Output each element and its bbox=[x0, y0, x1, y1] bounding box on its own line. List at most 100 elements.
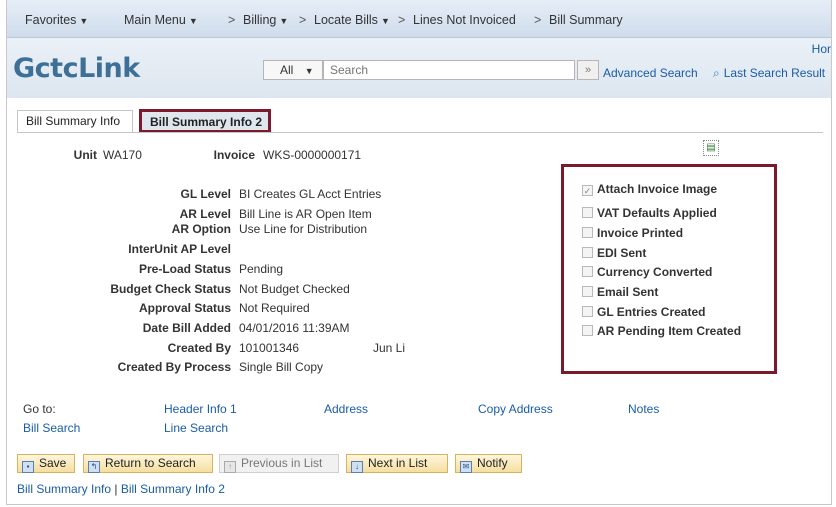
search-go-button[interactable]: » bbox=[577, 60, 599, 80]
breadcrumb-separator: > bbox=[299, 13, 307, 27]
branding-bar: GctcLink Hor All ▼ » Advanced Search ⌕La… bbox=[7, 38, 831, 98]
save-icon: ▪ bbox=[22, 461, 34, 473]
ar-option-value: Use Line for Distribution bbox=[239, 222, 368, 236]
checkbox-icon bbox=[582, 227, 593, 238]
checkbox-label: AR Pending Item Created bbox=[597, 324, 742, 338]
unit-label: Unit bbox=[73, 148, 97, 162]
tab-bill-summary-info-2-label: Bill Summary Info 2 bbox=[150, 115, 263, 129]
tab-bill-summary-info-2[interactable]: Bill Summary Info 2 bbox=[139, 109, 271, 133]
next-in-list-button[interactable]: ↓ Next in List bbox=[346, 454, 448, 473]
checkbox-invoice-printed: Invoice Printed bbox=[582, 226, 683, 240]
logo-glyph: G bbox=[13, 53, 35, 84]
nav-locate-bills-label: Locate Bills bbox=[314, 13, 378, 27]
search-scope-select[interactable]: All ▼ bbox=[263, 60, 323, 80]
copy-address-link[interactable]: Copy Address bbox=[478, 402, 553, 416]
breadcrumb-separator: > bbox=[228, 13, 236, 27]
top-nav-bar: Favorites ▼ Main Menu ▼ > Billing ▼ > Locat… bbox=[7, 0, 831, 38]
checkbox-icon bbox=[582, 325, 593, 336]
ar-option-label: AR Option bbox=[171, 222, 231, 236]
breadcrumb-separator: > bbox=[534, 13, 542, 27]
checkbox-email-sent: Email Sent bbox=[582, 285, 658, 299]
nav-billing-label: Billing bbox=[243, 13, 277, 27]
gl-level-value: BI Creates GL Acct Entries bbox=[239, 187, 382, 201]
ar-level-value: Bill Line is AR Open Item bbox=[239, 207, 372, 221]
invoice-label: Invoice bbox=[213, 148, 255, 162]
invoice-value: WKS-0000000171 bbox=[263, 148, 362, 162]
search-results-icon: ⌕ bbox=[713, 66, 720, 80]
bill-search-link[interactable]: Bill Search bbox=[23, 421, 80, 435]
chevron-down-icon: ▼ bbox=[279, 16, 289, 26]
ar-level-label: AR Level bbox=[179, 207, 231, 221]
header-info-1-link[interactable]: Header Info 1 bbox=[164, 402, 237, 416]
notify-label: Notify bbox=[477, 456, 508, 470]
return-icon: ↰ bbox=[88, 461, 100, 473]
notify-icon: ✉ bbox=[460, 461, 472, 473]
checkbox-label: VAT Defaults Applied bbox=[597, 206, 717, 220]
previous-in-list-button[interactable]: ↑ Previous in List bbox=[219, 454, 339, 473]
ctclink-logo[interactable]: GctcLink bbox=[13, 53, 140, 84]
return-to-search-button[interactable]: ↰ Return to Search bbox=[83, 454, 213, 473]
search-scope-value: All bbox=[280, 63, 294, 77]
home-link[interactable]: Hor bbox=[812, 42, 831, 56]
unit-value: WA170 bbox=[103, 148, 142, 162]
nav-bill-summary[interactable]: Bill Summary bbox=[549, 13, 623, 27]
checkbox-icon bbox=[582, 286, 593, 297]
created-by-name: Jun Li bbox=[373, 341, 406, 355]
nav-main-menu[interactable]: Main Menu ▼ bbox=[124, 13, 198, 27]
footer-divider: | bbox=[114, 482, 118, 496]
checkbox-icon bbox=[582, 207, 593, 218]
checkbox-attach-invoice-image: ✓ Attach Invoice Image bbox=[582, 182, 717, 196]
created-by-process-value: Single Bill Copy bbox=[239, 360, 324, 374]
checkbox-currency-converted: Currency Converted bbox=[582, 265, 712, 279]
checkbox-gl-entries-created: GL Entries Created bbox=[582, 305, 705, 319]
next-icon: ↓ bbox=[351, 461, 363, 473]
breadcrumb-separator: > bbox=[398, 13, 406, 27]
approval-status-label: Approval Status bbox=[138, 301, 231, 315]
last-search-results-label: Last Search Result bbox=[723, 66, 826, 80]
footer-link-bill-summary-info[interactable]: Bill Summary Info bbox=[17, 482, 111, 496]
nav-locate-bills[interactable]: Locate Bills ▼ bbox=[314, 13, 390, 27]
save-button[interactable]: ▪ Save bbox=[17, 454, 75, 473]
preload-status-value: Pending bbox=[239, 262, 284, 276]
notify-button[interactable]: ✉ Notify bbox=[455, 454, 522, 473]
page-links: Bill Summary Info | Bill Summary Info 2 bbox=[17, 482, 225, 496]
checkbox-edi-sent: EDI Sent bbox=[582, 246, 646, 260]
chevron-down-icon: ▼ bbox=[380, 16, 390, 26]
nav-lines-not-invoiced[interactable]: Lines Not Invoiced bbox=[413, 13, 516, 27]
notes-link[interactable]: Notes bbox=[628, 402, 659, 416]
nav-favorites[interactable]: Favorites ▼ bbox=[25, 13, 88, 27]
chevron-down-icon: ▼ bbox=[79, 16, 89, 26]
tab-bill-summary-info[interactable]: Bill Summary Info bbox=[17, 110, 133, 132]
return-to-search-label: Return to Search bbox=[105, 456, 196, 470]
status-checkbox-panel: ✓ Attach Invoice Image VAT Defaults Appli… bbox=[561, 164, 777, 374]
line-search-link[interactable]: Line Search bbox=[164, 421, 228, 435]
checkbox-icon bbox=[582, 266, 593, 277]
last-search-results-link[interactable]: ⌕ Last Search Result bbox=[713, 66, 825, 81]
budget-check-status-value: Not Budget Checked bbox=[239, 282, 350, 296]
footer-link-bill-summary-info-2[interactable]: Bill Summary Info 2 bbox=[121, 482, 225, 496]
checkbox-label: Attach Invoice Image bbox=[597, 182, 718, 196]
checkbox-vat-defaults-applied: VAT Defaults Applied bbox=[582, 206, 717, 220]
preload-status-label: Pre-Load Status bbox=[138, 262, 231, 276]
search-input[interactable] bbox=[323, 60, 575, 80]
chevron-down-icon: ▼ bbox=[188, 16, 198, 26]
tab-divider bbox=[17, 132, 823, 133]
goto-label: Go to: bbox=[23, 402, 56, 416]
address-link[interactable]: Address bbox=[324, 402, 368, 416]
advanced-search-link[interactable]: Advanced Search bbox=[603, 66, 698, 80]
app-frame: Favorites ▼ Main Menu ▼ > Billing ▼ > Locat… bbox=[6, 0, 832, 505]
previous-icon: ↑ bbox=[224, 461, 236, 473]
checkbox-label: EDI Sent bbox=[597, 246, 647, 260]
approval-status-value: Not Required bbox=[239, 301, 310, 315]
next-in-list-label: Next in List bbox=[368, 456, 428, 470]
checkbox-ar-pending-item-created: AR Pending Item Created bbox=[582, 324, 741, 338]
created-by-id: 101001346 bbox=[239, 341, 300, 355]
logo-text: ctcLink bbox=[34, 53, 141, 84]
date-bill-added-value: 04/01/2016 11:39AM bbox=[239, 321, 350, 335]
budget-check-status-label: Budget Check Status bbox=[110, 282, 231, 296]
nav-billing[interactable]: Billing ▼ bbox=[243, 13, 288, 27]
checkbox-label: GL Entries Created bbox=[597, 305, 706, 319]
checkbox-label: Email Sent bbox=[597, 285, 659, 299]
spreadsheet-icon[interactable]: ▤ bbox=[703, 140, 719, 156]
chevron-down-icon: ▼ bbox=[304, 66, 314, 76]
